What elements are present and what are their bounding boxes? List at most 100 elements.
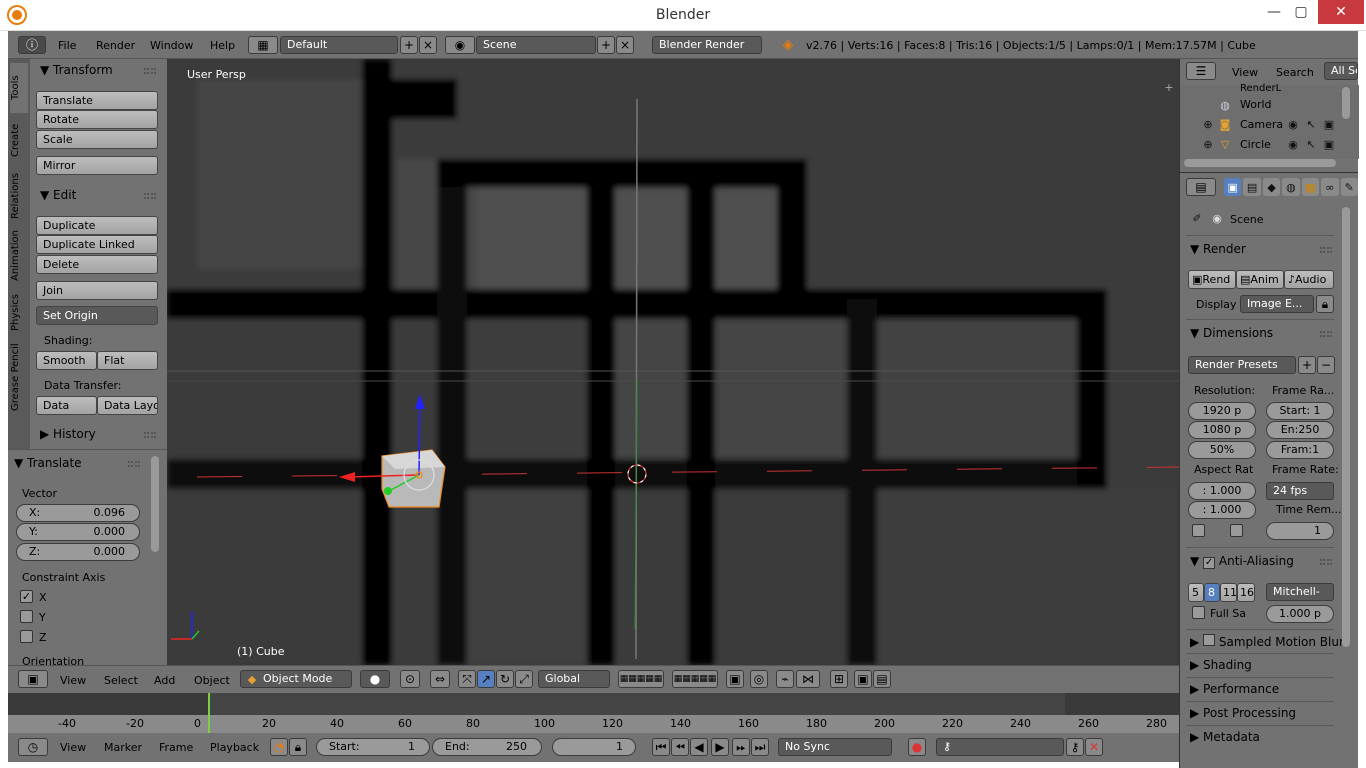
tab-grease-pencil[interactable]: Grease Pencil [10, 341, 28, 413]
translate-manipulator-icon[interactable]: ↗ [477, 670, 495, 688]
tab-animation[interactable]: Animation [10, 227, 28, 285]
3d-editor-type-icon[interactable]: ▣ [18, 670, 48, 688]
aa-samples-8[interactable]: 8 [1204, 583, 1220, 602]
jump-to-start-icon[interactable]: ⏮︎ [652, 738, 670, 756]
mirror-button[interactable]: Mirror [36, 156, 158, 175]
shading-panel[interactable]: ▶ Shading [1186, 653, 1334, 675]
drag-handle-icon[interactable] [144, 193, 156, 199]
scale-button[interactable]: Scale [36, 130, 158, 149]
outliner-item-camera[interactable]: Camera [1240, 118, 1283, 131]
expand-icon[interactable]: ⊕ [1202, 138, 1214, 151]
keying-set-field[interactable]: ⚷ [936, 738, 1064, 756]
history-panel-header[interactable]: ▶ History [40, 427, 96, 441]
operator-panel-header[interactable]: ▼ Translate [14, 456, 82, 470]
resolution-y-field[interactable]: 1080 p [1188, 421, 1256, 439]
visibility-eye-icon[interactable]: ◉ [1286, 117, 1300, 131]
resolution-x-field[interactable]: 1920 p [1188, 402, 1256, 420]
layers-grid-icon[interactable]: ▦▦▦▦▦ [618, 670, 664, 688]
vector-x-field[interactable]: X: 0.096 [16, 504, 140, 522]
translate-button[interactable]: Translate [36, 91, 158, 110]
performance-panel-header[interactable]: ▶ Performance [1190, 682, 1279, 696]
play-reverse-icon[interactable]: ◀ [690, 738, 708, 756]
performance-panel[interactable]: ▶ Performance [1186, 677, 1334, 699]
drag-handle-icon[interactable] [128, 461, 140, 467]
aa-filter-size-field[interactable]: 1.000 p [1266, 605, 1334, 623]
aspect-y-field[interactable]: : 1.000 [1188, 501, 1256, 519]
remove-scene-icon[interactable]: × [616, 36, 634, 54]
rotate-button[interactable]: Rotate [36, 110, 158, 129]
menu-render[interactable]: Render [96, 39, 135, 52]
shading-panel-header[interactable]: ▶ Shading [1190, 658, 1252, 672]
smooth-button[interactable]: Smooth [36, 351, 97, 370]
frame-rate-select[interactable]: 24 fps [1266, 482, 1334, 500]
pin-icon[interactable]: ✐ [1190, 211, 1204, 225]
close-button[interactable]: ✕ [1318, 0, 1364, 24]
preview-range-icon[interactable]: ◔ [270, 738, 288, 756]
menu-file[interactable]: File [58, 39, 76, 52]
dimensions-panel-header[interactable]: ▼ Dimensions [1190, 326, 1273, 340]
snap-target-icon[interactable]: ⊞ [830, 670, 848, 688]
outliner-editor-type-icon[interactable]: ☰ [1186, 62, 1216, 80]
aa-samples-5[interactable]: 5 [1188, 583, 1204, 602]
crop-checkbox[interactable] [1230, 524, 1243, 537]
timeline-view-menu[interactable]: View [60, 741, 86, 754]
data-button[interactable]: Data [36, 396, 97, 415]
drag-handle-icon[interactable] [144, 68, 156, 74]
constraint-x-checkbox[interactable]: ✓ [20, 590, 33, 603]
tab-create[interactable]: Create [10, 115, 28, 165]
edit-panel-header[interactable]: ▼ Edit [40, 188, 76, 202]
aa-filter-select[interactable]: Mitchell- [1266, 583, 1334, 601]
render-audio-button[interactable]: ♪Audio [1284, 270, 1334, 289]
sampled-motion-blur-panel[interactable]: ▶ Sampled Motion Blur [1186, 629, 1344, 651]
record-auto-keying-icon[interactable]: ● [908, 738, 926, 756]
snap-icon[interactable]: ⌁ [776, 670, 794, 688]
timeline-marker-menu[interactable]: Marker [104, 741, 142, 754]
play-icon[interactable]: ▶ [711, 738, 729, 756]
constraints-tab-icon[interactable]: ∞ [1321, 178, 1339, 196]
lock-layers-icon[interactable]: ▣ [726, 670, 744, 688]
tab-physics[interactable]: Physics [10, 287, 28, 339]
aa-samples-11[interactable]: 11 [1220, 583, 1237, 602]
layers-grid-icon[interactable]: ▦▦▦▦▦ [672, 670, 718, 688]
frame-end-field[interactable]: En:250 [1266, 421, 1334, 439]
menu-window[interactable]: Window [150, 39, 193, 52]
aa-samples-16[interactable]: 16 [1237, 583, 1255, 602]
select-cursor-icon[interactable]: ↖ [1304, 117, 1318, 131]
motion-blur-checkbox[interactable] [1203, 634, 1216, 646]
delete-button[interactable]: Delete [36, 255, 158, 274]
scene-field[interactable]: Scene [476, 36, 596, 54]
outliner-view-menu[interactable]: View [1232, 66, 1258, 79]
duplicate-linked-button[interactable]: Duplicate Linked [36, 235, 158, 254]
remove-screen-icon[interactable]: × [419, 36, 437, 54]
viewport-shading-icon[interactable]: ● [360, 670, 390, 688]
rotate-manipulator-icon[interactable]: ↻ [496, 670, 514, 688]
anti-aliasing-panel-header[interactable]: ▼ ✓ Anti-Aliasing [1190, 554, 1294, 569]
outliner-hscrollbar[interactable] [1184, 159, 1336, 167]
sync-mode-select[interactable]: No Sync [778, 738, 892, 756]
flat-button[interactable]: Flat [97, 351, 158, 370]
render-animation-button[interactable]: ▤Anim [1236, 270, 1284, 289]
minimize-button[interactable]: — [1262, 0, 1286, 24]
insert-keyframe-icon[interactable]: ⚷ [1066, 738, 1084, 756]
duplicate-button[interactable]: Duplicate [36, 216, 158, 235]
render-camera-icon[interactable]: ▣ [1322, 117, 1336, 131]
outliner-vscrollbar[interactable] [1342, 87, 1350, 119]
time-remap-field[interactable]: 1 [1266, 522, 1334, 540]
transform-manipulator-icon[interactable]: ⤧ [458, 670, 476, 688]
3d-viewport[interactable]: User Persp (1) Cube + [167, 59, 1179, 665]
operator-scrollbar[interactable] [151, 456, 159, 552]
screen-layout-field[interactable]: Default [280, 36, 398, 54]
metadata-panel[interactable]: ▶ Metadata [1186, 725, 1334, 747]
timeline-editor-type-icon[interactable]: ◷ [18, 738, 48, 756]
screen-layout-icon[interactable]: ▦ [248, 36, 278, 54]
render-engine-select[interactable]: Blender Render [652, 36, 762, 54]
full-sample-checkbox[interactable] [1192, 606, 1205, 619]
modifiers-tab-icon[interactable]: ✎ [1340, 178, 1358, 196]
vector-z-field[interactable]: Z: 0.000 [16, 543, 140, 561]
render-layers-tab-icon[interactable]: ▤ [1243, 178, 1261, 196]
delete-keyframe-icon[interactable]: ✕ [1085, 738, 1103, 756]
opengl-render-animation-icon[interactable]: ▤ [873, 670, 891, 688]
editor-type-info-icon[interactable]: ⓘ [18, 36, 46, 54]
select-cursor-icon[interactable]: ↖ [1304, 137, 1318, 151]
render-panel-header[interactable]: ▼ Render [1190, 242, 1246, 256]
